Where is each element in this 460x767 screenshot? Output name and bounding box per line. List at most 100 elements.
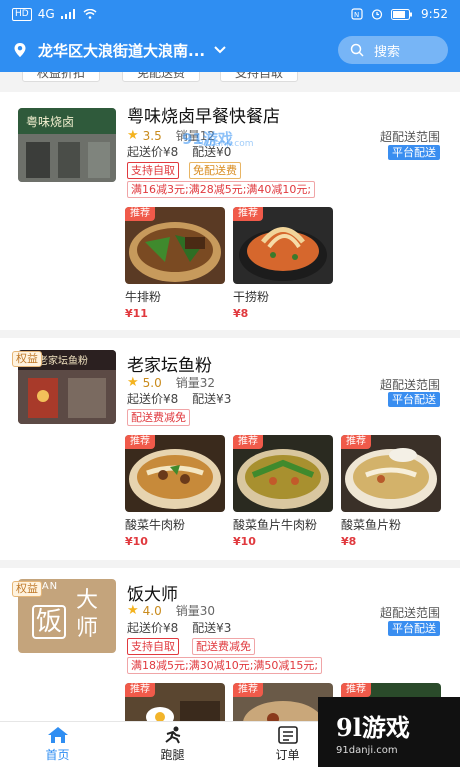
shop-rating: ★ 4.0 销量30 xyxy=(127,602,215,619)
dish-price: ¥8 xyxy=(341,535,357,548)
status-bar: HD 4G N 9:52 xyxy=(0,0,460,28)
divider xyxy=(0,330,460,338)
min-order-price: 起送价¥8 xyxy=(127,392,179,406)
address-selector[interactable]: 龙华区大浪街道大浪南... xyxy=(38,40,205,61)
logo-text-main: 饭 xyxy=(32,605,66,639)
delivery-fee: 配送¥3 xyxy=(192,392,232,406)
filter-quanyi[interactable]: 权益折扣 xyxy=(22,72,101,82)
tab-home[interactable]: 首页 xyxy=(0,722,115,767)
shop-signboard: 粤味烧卤 xyxy=(26,114,74,129)
sales-count: 销量30 xyxy=(175,604,216,618)
nfc-icon: N xyxy=(351,8,363,20)
shop-rating: ★ 5.0 销量32 xyxy=(127,374,215,391)
min-order-price: 起送价¥8 xyxy=(127,621,179,635)
runner-icon xyxy=(164,726,180,744)
top-bar: 龙华区大浪街道大浪南... 搜索 xyxy=(0,28,460,72)
star-icon: ★ xyxy=(127,128,139,143)
clock: 9:52 xyxy=(421,7,448,21)
site-watermark: 9l游戏 91danji.com xyxy=(318,697,460,767)
dish-card[interactable]: 推荐 酸菜鱼片粉 ¥8 xyxy=(341,435,441,548)
rating-value: 4.0 xyxy=(142,603,162,618)
discount-tag: 满16减3元;满28减5元;满40减10元; xyxy=(127,181,316,198)
recommend-badge: 推荐 xyxy=(341,435,371,449)
shop-name: 粤味烧卤早餐快餐店 xyxy=(127,107,280,127)
order-icon xyxy=(277,726,298,744)
chevron-down-icon[interactable] xyxy=(213,43,227,57)
star-icon: ★ xyxy=(127,603,139,618)
delivery-range: 超配送范围 xyxy=(379,606,440,620)
wifi-icon xyxy=(83,9,97,19)
dish-photo: 推荐 xyxy=(233,207,333,284)
shop-card[interactable]: 权益 老家坛鱼粉 老家坛鱼粉 ★ 5.0 销量32 起送价¥8 配送¥3 超配送… xyxy=(0,338,460,560)
filter-free-delivery[interactable]: 免配送费 xyxy=(122,72,201,82)
quanyi-badge: 权益 xyxy=(12,351,42,367)
dish-photo: 推荐 xyxy=(125,435,225,512)
platform-delivery-badge: 平台配送 xyxy=(388,145,440,160)
recommend-badge: 推荐 xyxy=(233,207,263,221)
star-icon: ★ xyxy=(127,375,139,390)
dish-photo: 推荐 xyxy=(341,435,441,512)
dish-price: ¥10 xyxy=(125,535,148,548)
dish-name: 酸菜鱼片牛肉粉 xyxy=(233,518,318,532)
sales-count: 销量32 xyxy=(175,376,216,390)
filter-pickup[interactable]: 支持自取 xyxy=(220,72,299,82)
watermark-logo: 9l游戏 xyxy=(336,713,410,742)
dish-name: 干捞粉 xyxy=(233,290,270,304)
signal-label: 4G xyxy=(37,7,55,21)
recommend-badge: 推荐 xyxy=(233,435,263,449)
rating-value: 3.5 xyxy=(142,128,162,143)
shop-photo: 粤味烧卤 xyxy=(18,108,116,182)
tab-errand[interactable]: 跑腿 xyxy=(115,722,230,767)
min-order-price: 起送价¥8 xyxy=(127,145,179,159)
dish-card[interactable]: 推荐 酸菜鱼片牛肉粉 ¥10 xyxy=(233,435,333,548)
recommend-badge: 推荐 xyxy=(125,207,155,221)
tag-delivery-discount: 配送费减免 xyxy=(127,409,190,426)
tag-pickup: 支持自取 xyxy=(127,162,179,179)
battery-icon xyxy=(391,8,413,20)
rating-value: 5.0 xyxy=(142,375,162,390)
tab-label: 首页 xyxy=(45,748,70,762)
shop-signboard: 老家坛鱼粉 xyxy=(38,354,88,367)
filter-bar: 权益折扣 免配送费 支持自取 xyxy=(0,72,460,84)
recommend-badge: 推荐 xyxy=(341,683,371,697)
dish-price: ¥10 xyxy=(233,535,256,548)
recommend-badge: 推荐 xyxy=(125,683,155,697)
price-info: 起送价¥8 配送¥3 xyxy=(127,390,241,407)
svg-text:N: N xyxy=(354,11,359,19)
home-icon xyxy=(47,727,68,743)
search-button[interactable]: 搜索 xyxy=(338,36,448,64)
divider xyxy=(0,560,460,568)
dish-card[interactable]: 推荐 牛排粉 ¥11 xyxy=(125,207,225,320)
signal-icon xyxy=(60,9,75,19)
hd-badge: HD xyxy=(12,7,32,21)
delivery-fee: 配送¥3 xyxy=(192,621,232,635)
dish-photo: 推荐 xyxy=(125,207,225,284)
tab-label: 订单 xyxy=(275,748,300,762)
discount-tag: 满18减5元;满30减10元;满50减15元; xyxy=(127,657,323,674)
alarm-icon xyxy=(371,9,383,20)
dish-name: 酸菜牛肉粉 xyxy=(125,518,186,532)
dish-price: ¥11 xyxy=(125,307,148,320)
quanyi-badge: 权益 xyxy=(12,581,42,597)
price-info: 起送价¥8 配送¥3 xyxy=(127,619,241,636)
watermark-url: 91danji.com xyxy=(336,745,398,756)
recommend-badge: 推荐 xyxy=(125,435,155,449)
delivery-range: 超配送范围 xyxy=(379,378,440,392)
shop-name: 老家坛鱼粉 xyxy=(127,356,212,376)
platform-delivery-badge: 平台配送 xyxy=(388,621,440,636)
location-pin-icon xyxy=(14,43,26,57)
divider xyxy=(0,84,460,92)
tag-pickup: 支持自取 xyxy=(127,638,179,655)
dish-name: 酸菜鱼片粉 xyxy=(341,518,402,532)
dish-photo: 推荐 xyxy=(233,435,333,512)
dish-card[interactable]: 推荐 干捞粉 ¥8 xyxy=(233,207,333,320)
logo-text-side: 大师 xyxy=(76,588,99,641)
recommend-badge: 推荐 xyxy=(233,683,263,697)
search-label: 搜索 xyxy=(374,44,401,60)
watermark-overlay-sub: 91danji.com xyxy=(198,139,254,149)
delivery-range: 超配送范围 xyxy=(379,130,440,144)
platform-delivery-badge: 平台配送 xyxy=(388,392,440,407)
dish-price: ¥8 xyxy=(233,307,249,320)
dish-name: 牛排粉 xyxy=(125,290,162,304)
dish-card[interactable]: 推荐 酸菜牛肉粉 ¥10 xyxy=(125,435,225,548)
